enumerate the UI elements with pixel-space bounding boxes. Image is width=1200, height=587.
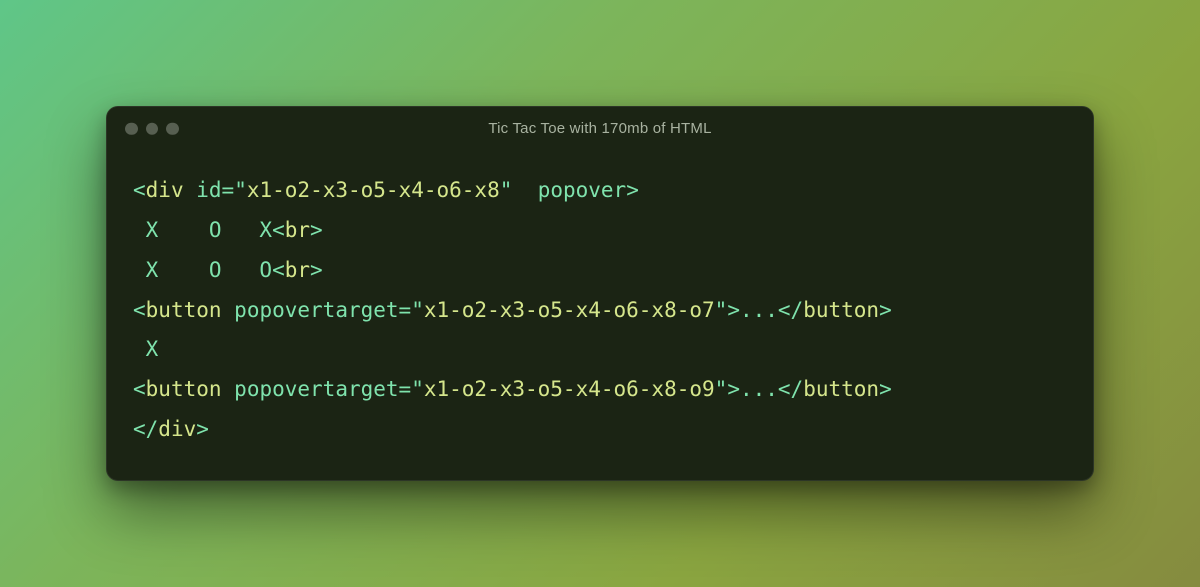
tag-name: br: [285, 218, 310, 242]
punct: >: [879, 298, 892, 322]
tag-name: button: [803, 298, 879, 322]
text-content: X: [133, 337, 158, 361]
code-line: <button popovertarget="x1-o2-x3-o5-x4-o6…: [133, 298, 892, 322]
quote: ": [234, 178, 247, 202]
tag-name: button: [146, 377, 222, 401]
code-line: X O O<br>: [133, 258, 323, 282]
attr-value: x1-o2-x3-o5-x4-o6-x8-o9: [424, 377, 715, 401]
text-content: ...: [740, 298, 778, 322]
punct: </: [133, 417, 158, 441]
maximize-icon[interactable]: [166, 123, 179, 136]
quote: ": [411, 298, 424, 322]
code-window: Tic Tac Toe with 170mb of HTML <div id="…: [106, 106, 1094, 481]
tag-name: br: [285, 258, 310, 282]
tag-name: div: [146, 178, 184, 202]
attr-value: x1-o2-x3-o5-x4-o6-x8-o7: [424, 298, 715, 322]
punct: >: [310, 218, 323, 242]
minimize-icon[interactable]: [146, 123, 159, 136]
punct: <: [133, 377, 146, 401]
tag-name: button: [146, 298, 222, 322]
traffic-lights: [125, 123, 179, 136]
equals: =: [399, 377, 412, 401]
attr-name: popovertarget: [234, 377, 398, 401]
code-block: <div id="x1-o2-x3-o5-x4-o6-x8" popover> …: [107, 151, 1093, 480]
punct: >: [626, 178, 639, 202]
space: [222, 298, 235, 322]
attr-value: x1-o2-x3-o5-x4-o6-x8: [247, 178, 500, 202]
punct: >: [310, 258, 323, 282]
attr-name: id: [196, 178, 221, 202]
quote: ": [500, 178, 513, 202]
window-titlebar: Tic Tac Toe with 170mb of HTML: [107, 107, 1093, 151]
tag-name: button: [803, 377, 879, 401]
quote: ": [715, 298, 728, 322]
code-line: X: [133, 337, 158, 361]
quote: ": [411, 377, 424, 401]
code-line: X O X<br>: [133, 218, 323, 242]
attr-name: popover: [538, 178, 627, 202]
punct: <: [272, 258, 285, 282]
space: [184, 178, 197, 202]
space: [222, 377, 235, 401]
text-content: X O O: [133, 258, 272, 282]
punct: </: [778, 298, 803, 322]
punct: <: [272, 218, 285, 242]
attr-name: popovertarget: [234, 298, 398, 322]
code-line: <div id="x1-o2-x3-o5-x4-o6-x8" popover>: [133, 178, 639, 202]
space: [512, 178, 537, 202]
close-icon[interactable]: [125, 123, 138, 136]
punct: >: [727, 298, 740, 322]
equals: =: [399, 298, 412, 322]
quote: ": [715, 377, 728, 401]
text-content: X O X: [133, 218, 272, 242]
window-title: Tic Tac Toe with 170mb of HTML: [488, 120, 711, 137]
text-content: ...: [740, 377, 778, 401]
code-line: <button popovertarget="x1-o2-x3-o5-x4-o6…: [133, 377, 892, 401]
punct: >: [196, 417, 209, 441]
tag-name: div: [158, 417, 196, 441]
code-line: </div>: [133, 417, 209, 441]
equals: =: [222, 178, 235, 202]
punct: </: [778, 377, 803, 401]
punct: <: [133, 178, 146, 202]
punct: <: [133, 298, 146, 322]
punct: >: [879, 377, 892, 401]
punct: >: [727, 377, 740, 401]
